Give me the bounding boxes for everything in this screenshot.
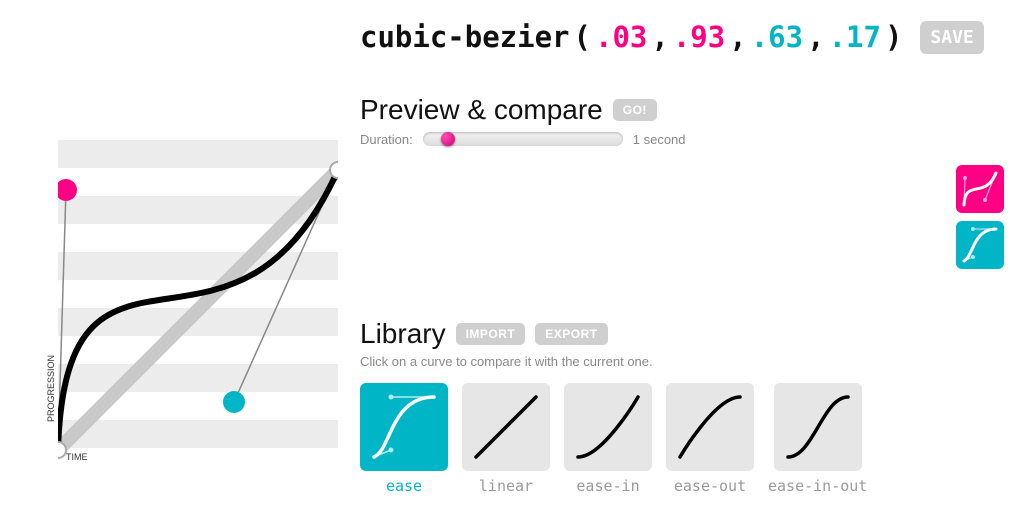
library-title: Library <box>360 318 446 350</box>
paren-open: ( <box>574 20 591 54</box>
curve-icon <box>961 170 999 208</box>
comma: , <box>807 20 824 54</box>
endpoint-end <box>330 162 338 178</box>
lib-thumb-ease-in[interactable] <box>564 383 652 471</box>
library-title-row: Library IMPORT EXPORT <box>360 318 1004 350</box>
duration-slider[interactable] <box>423 132 623 146</box>
left-sidebar: Made by Lea Verou with care ✿ About DONA… <box>0 0 40 522</box>
duration-value: 1 second <box>633 132 686 147</box>
duration-label: Duration: <box>360 132 413 147</box>
swatch-custom[interactable] <box>956 165 1004 213</box>
lib-label: ease-in-out <box>768 477 867 495</box>
curve-icon <box>471 392 541 462</box>
duration-row: Duration: 1 second <box>360 130 1004 148</box>
lib-label: linear <box>479 477 533 495</box>
lib-item-ease-out[interactable]: ease-out <box>666 383 754 495</box>
save-button[interactable]: SAVE <box>920 21 983 54</box>
value-p2x[interactable]: .63 <box>751 20 803 54</box>
y-axis-label: PROGRESSION <box>46 355 56 422</box>
func-name: cubic-bezier <box>360 20 570 54</box>
bezier-svg <box>58 130 338 460</box>
preview-swatches <box>956 165 1004 269</box>
function-display: cubic-bezier(.03,.93,.63,.17) SAVE <box>360 20 1004 54</box>
lib-item-linear[interactable]: linear <box>462 383 550 495</box>
comma: , <box>651 20 668 54</box>
go-button[interactable]: GO! <box>613 99 657 121</box>
comma: , <box>729 20 746 54</box>
lib-thumb-ease-out[interactable] <box>666 383 754 471</box>
preview-title-row: Preview & compare GO! <box>360 94 1004 126</box>
curve-icon <box>783 392 853 462</box>
library-desc: Click on a curve to compare it with the … <box>360 354 1004 369</box>
x-axis-label: TIME <box>66 452 88 462</box>
handle-p2[interactable] <box>223 391 245 413</box>
paren-close: ) <box>885 20 902 54</box>
bezier-canvas[interactable]: PROGRESSION TIME <box>58 130 338 460</box>
lib-label: ease-in <box>576 477 639 495</box>
lib-thumb-linear[interactable] <box>462 383 550 471</box>
lib-label: ease <box>386 477 422 495</box>
endpoint-start <box>58 442 66 458</box>
preview-title: Preview & compare <box>360 94 603 126</box>
lib-thumb-ease-in-out[interactable] <box>774 383 862 471</box>
export-button[interactable]: EXPORT <box>535 323 607 345</box>
curve-icon <box>675 392 745 462</box>
curve-icon <box>369 392 439 462</box>
import-button[interactable]: IMPORT <box>456 323 526 345</box>
curve-icon <box>573 392 643 462</box>
value-p2y[interactable]: .17 <box>829 20 881 54</box>
lib-label: ease-out <box>674 477 746 495</box>
lib-item-ease[interactable]: ease <box>360 383 448 495</box>
main-panel: cubic-bezier(.03,.93,.63,.17) SAVE Previ… <box>360 20 1004 495</box>
lib-thumb-ease[interactable] <box>360 383 448 471</box>
handle-p1[interactable] <box>58 179 77 201</box>
library-row: ease linear ease-in eas <box>360 383 1004 495</box>
lib-item-ease-in-out[interactable]: ease-in-out <box>768 383 867 495</box>
lib-item-ease-in[interactable]: ease-in <box>564 383 652 495</box>
swatch-compare[interactable] <box>956 221 1004 269</box>
value-p1y[interactable]: .93 <box>673 20 725 54</box>
curve-icon <box>961 226 999 264</box>
diagonal-guide <box>58 170 338 450</box>
value-p1x[interactable]: .03 <box>595 20 647 54</box>
